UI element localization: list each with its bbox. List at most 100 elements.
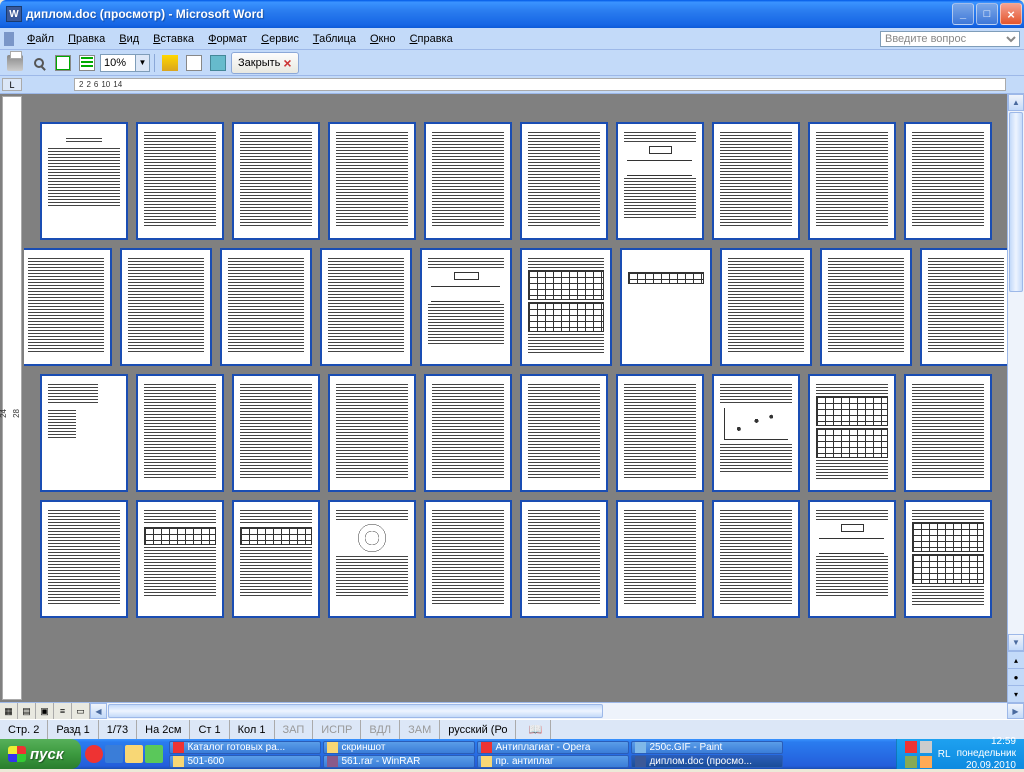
page-thumbnail[interactable] xyxy=(320,248,412,366)
fullscreen-button[interactable] xyxy=(207,52,229,74)
page-thumbnail[interactable] xyxy=(712,500,800,618)
page-thumbnail[interactable] xyxy=(808,122,896,240)
menu-формат[interactable]: Формат xyxy=(201,31,254,47)
page-thumbnail[interactable] xyxy=(40,122,128,240)
tray-clock[interactable]: 12:59 понедельник 20.09.2010 xyxy=(957,736,1016,772)
maximize-button[interactable]: □ xyxy=(976,3,998,25)
taskbar-task[interactable]: 561.rar - WinRAR xyxy=(323,755,475,768)
ql-icon[interactable] xyxy=(125,745,143,763)
page-thumbnail[interactable] xyxy=(220,248,312,366)
hscroll-track[interactable] xyxy=(107,703,1007,719)
page-thumbnail[interactable] xyxy=(920,248,1008,366)
ruler-tab-button[interactable]: L xyxy=(2,78,22,91)
page-thumbnail[interactable] xyxy=(136,500,224,618)
status-rec[interactable]: ЗАП xyxy=(275,720,314,739)
page-thumbnail[interactable] xyxy=(120,248,212,366)
zoom-dropdown-arrow[interactable]: ▼ xyxy=(135,55,149,71)
tray-icon[interactable] xyxy=(905,741,917,753)
shrink-to-fit-button[interactable] xyxy=(183,52,205,74)
status-page[interactable]: Стр. 2 xyxy=(0,720,48,739)
taskbar-task[interactable]: 250c.GIF - Paint xyxy=(631,741,783,754)
scroll-thumb[interactable] xyxy=(1009,112,1023,292)
normal-view-button[interactable]: ▦ xyxy=(0,703,18,719)
menu-файл[interactable]: Файл xyxy=(20,31,61,47)
ruler-toggle-button[interactable] xyxy=(159,52,181,74)
page-thumbnail[interactable] xyxy=(328,374,416,492)
language-indicator[interactable]: RL xyxy=(938,749,951,760)
menu-правка[interactable]: Правка xyxy=(61,31,112,47)
ql-icon[interactable] xyxy=(145,745,163,763)
page-thumbnail[interactable] xyxy=(720,248,812,366)
page-thumbnail[interactable] xyxy=(424,500,512,618)
menu-справка[interactable]: Справка xyxy=(403,31,460,47)
page-thumbnail[interactable] xyxy=(520,374,608,492)
page-thumbnail[interactable] xyxy=(616,122,704,240)
tray-icon[interactable] xyxy=(920,741,932,753)
outline-view-button[interactable]: ≡ xyxy=(54,703,72,719)
status-line[interactable]: Ст 1 xyxy=(190,720,229,739)
page-thumbnail[interactable] xyxy=(424,122,512,240)
scroll-up-button[interactable]: ▲ xyxy=(1008,94,1024,111)
ask-question-select[interactable]: Введите вопрос xyxy=(880,31,1020,47)
page-thumbnail[interactable] xyxy=(40,374,128,492)
page-thumbnail[interactable] xyxy=(232,374,320,492)
pages-viewport[interactable] xyxy=(24,94,1007,702)
menu-таблица[interactable]: Таблица xyxy=(306,31,363,47)
taskbar-task[interactable]: скриншот xyxy=(323,741,475,754)
status-pagecount[interactable]: 1/73 xyxy=(99,720,137,739)
status-section[interactable]: Разд 1 xyxy=(48,720,98,739)
status-ext[interactable]: ВДЛ xyxy=(361,720,400,739)
ask-question-box[interactable]: Введите вопрос xyxy=(880,31,1020,47)
close-preview-button[interactable]: Закрыть × xyxy=(231,52,299,74)
page-thumbnail[interactable] xyxy=(616,374,704,492)
page-thumbnail[interactable] xyxy=(808,374,896,492)
page-thumbnail[interactable] xyxy=(328,122,416,240)
scroll-down-button[interactable]: ▼ xyxy=(1008,634,1024,651)
zoom-combo[interactable]: 10% ▼ xyxy=(100,54,150,72)
status-trk[interactable]: ИСПР xyxy=(313,720,361,739)
page-thumbnail[interactable] xyxy=(232,500,320,618)
doc-sys-icon[interactable] xyxy=(4,32,14,46)
page-thumbnail[interactable] xyxy=(904,122,992,240)
page-thumbnail[interactable] xyxy=(620,248,712,366)
status-col[interactable]: Кол 1 xyxy=(230,720,275,739)
page-thumbnail[interactable] xyxy=(24,248,112,366)
menu-вставка[interactable]: Вставка xyxy=(146,31,201,47)
page-thumbnail[interactable] xyxy=(520,248,612,366)
print-button[interactable] xyxy=(4,52,26,74)
vertical-scrollbar[interactable]: ▲ ▼ ▴ ● ▾ xyxy=(1007,94,1024,702)
scroll-left-button[interactable]: ◀ xyxy=(90,703,107,719)
page-thumbnail[interactable] xyxy=(136,374,224,492)
prev-page-button[interactable]: ▴ xyxy=(1008,651,1024,668)
menu-сервис[interactable]: Сервис xyxy=(254,31,306,47)
magnifier-button[interactable] xyxy=(28,52,50,74)
page-thumbnail[interactable] xyxy=(520,122,608,240)
page-thumbnail[interactable] xyxy=(712,122,800,240)
minimize-button[interactable]: _ xyxy=(952,3,974,25)
status-spellcheck-icon[interactable]: 📖 xyxy=(520,720,551,739)
page-thumbnail[interactable] xyxy=(520,500,608,618)
status-at[interactable]: На 2см xyxy=(137,720,190,739)
taskbar-task[interactable]: Антиплагиат - Opera xyxy=(477,741,629,754)
taskbar-task[interactable]: Каталог готовых ра... xyxy=(169,741,321,754)
page-thumbnail[interactable] xyxy=(904,374,992,492)
page-thumbnail[interactable] xyxy=(808,500,896,618)
scroll-right-button[interactable]: ▶ xyxy=(1007,703,1024,719)
tray-icon[interactable] xyxy=(905,756,917,768)
status-ovr[interactable]: ЗАМ xyxy=(400,720,440,739)
page-thumbnail[interactable] xyxy=(328,500,416,618)
page-thumbnail[interactable] xyxy=(232,122,320,240)
page-thumbnail[interactable] xyxy=(820,248,912,366)
next-page-button[interactable]: ▾ xyxy=(1008,685,1024,702)
page-thumbnail[interactable] xyxy=(136,122,224,240)
page-thumbnail[interactable] xyxy=(712,374,800,492)
print-view-button[interactable]: ▣ xyxy=(36,703,54,719)
tray-icon[interactable] xyxy=(920,756,932,768)
horizontal-ruler[interactable]: 2261014 xyxy=(74,78,1006,91)
start-button[interactable]: пуск xyxy=(0,739,81,769)
reading-view-button[interactable]: ▭ xyxy=(72,703,90,719)
taskbar-task[interactable]: пр. антиплаг xyxy=(477,755,629,768)
status-lang[interactable]: русский (Ро xyxy=(440,720,516,739)
menu-окно[interactable]: Окно xyxy=(363,31,403,47)
browse-object-button[interactable]: ● xyxy=(1008,668,1024,685)
